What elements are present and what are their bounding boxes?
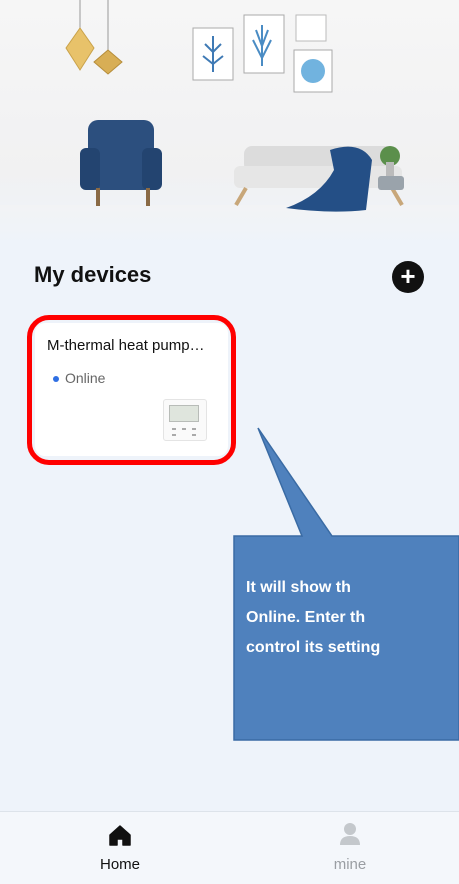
- bottom-nav: [0, 811, 459, 884]
- nav-home-label: Home: [99, 856, 140, 873]
- callout-line: Online. Enter th: [246, 609, 366, 626]
- nav-mine-label: mine: [333, 856, 367, 873]
- callout-text: It will show th Online. Enter th control…: [246, 573, 459, 663]
- home-icon: [109, 825, 131, 846]
- person-icon: [340, 823, 360, 845]
- callout-shape: [233, 427, 459, 741]
- callout-line: control its setting: [246, 639, 381, 656]
- callout-line: It will show th: [246, 579, 351, 596]
